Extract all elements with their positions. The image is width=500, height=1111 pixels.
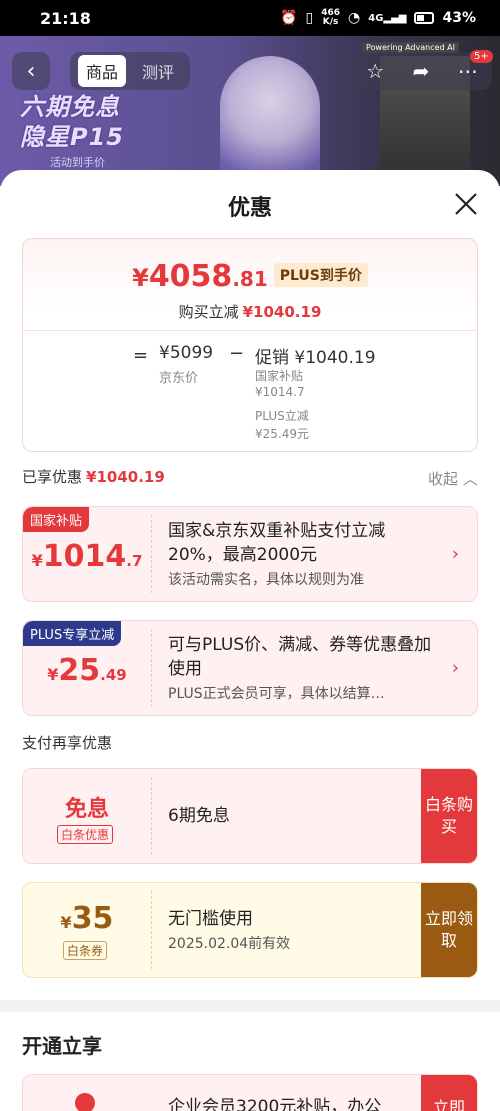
section-gap <box>0 1000 500 1012</box>
price-summary-card: ¥4058.81 PLUS到手价 购买立减 ¥1040.19 = ¥5099 京东价… <box>22 238 478 452</box>
coupon-tag: 国家补贴 <box>23 507 90 532</box>
chevron-right-icon: › <box>451 657 459 679</box>
offer-sub-tag: 白条券 <box>63 941 108 960</box>
plus-price-tag: PLUS到手价 <box>273 263 368 287</box>
coupon-divider <box>151 777 152 855</box>
open-offer-text: 企业会员3200元补贴，办公 <box>168 1097 382 1111</box>
share-icon[interactable]: ➦ <box>413 59 430 83</box>
discount-sheet: 优惠 ¥4058.81 PLUS到手价 购买立减 ¥1040.19 = ¥5099 … <box>0 170 500 1111</box>
claim-coupon-button[interactable]: 立即领取 <box>421 883 477 977</box>
signal-icon: 4G▂▄▆ <box>368 12 407 24</box>
battery-icon <box>414 12 435 24</box>
enjoyed-discount: 已享优惠 ¥1040.19 <box>22 468 165 486</box>
banner-character-image <box>220 56 320 186</box>
message-badge: 5+ <box>470 50 493 63</box>
net-speed: 466 K/s <box>321 8 341 27</box>
coupon-amount: ¥1014.7 <box>31 539 143 574</box>
coupon-amount: ¥25.49 <box>47 653 127 688</box>
open-offer-card: 企业会员3200元补贴，办公 立即 <box>22 1074 478 1111</box>
open-now-button[interactable]: 立即 <box>421 1075 477 1111</box>
coupon-divider <box>151 515 152 593</box>
tab-review[interactable]: 测评 <box>134 55 182 87</box>
coupon-national-subsidy[interactable]: 国家补贴 ¥1014.7 国家&京东双重补贴支付立减20%，最高2000元 该活… <box>22 506 478 602</box>
collapse-button[interactable]: 收起 ︿ <box>428 468 478 489</box>
pay-section-label: 支付再享优惠 <box>22 734 113 752</box>
pay-offer-interest-free: 免息 白条优惠 6期免息 白条购买 <box>22 768 478 864</box>
wifi-icon: ◔ <box>348 10 361 26</box>
baitiao-buy-button[interactable]: 白条购买 <box>421 769 477 863</box>
coupon-tag: PLUS专享立减 <box>23 621 122 646</box>
base-price-label: 京东价 <box>159 371 199 386</box>
offer-title: 无门槛使用 <box>168 909 253 929</box>
final-price: ¥4058.81 PLUS到手价 <box>23 259 477 294</box>
coupon-divider <box>151 891 152 969</box>
reduce-line: 购买立减 ¥1040.19 <box>178 303 322 321</box>
sheet-title: 优惠 <box>227 196 272 221</box>
alarm-icon: ⏰ <box>280 10 298 26</box>
equals-sign: = <box>133 345 149 366</box>
status-bar: 21:18 ⏰ ▯ 466 K/s ◔ 4G▂▄▆ 43% <box>0 0 500 36</box>
banner-subtitle: 活动到手价 <box>50 156 105 169</box>
open-offer-body: 企业会员3200元补贴，办公 <box>168 1075 417 1111</box>
offer-desc: 2025.02.04前有效 <box>168 936 291 952</box>
subsidy-value: ¥1014.7 <box>255 385 305 399</box>
tab-product[interactable]: 商品 <box>78 55 127 87</box>
banner-title: 六期免息 隐星P15 <box>20 93 124 151</box>
chevron-up-icon: ︿ <box>462 470 478 488</box>
coupon-desc: 该活动需实名，具体以规则为准 <box>168 572 364 588</box>
favorite-star-icon[interactable]: ☆ <box>366 59 384 83</box>
status-icons: ⏰ ▯ 466 K/s ◔ 4G▂▄▆ 43% <box>280 9 476 27</box>
summary-top: ¥4058.81 PLUS到手价 购买立减 ¥1040.19 <box>23 239 477 331</box>
coupon-plus-reduce[interactable]: PLUS专享立减 ¥25.49 可与PLUS价、满减、券等优惠叠加使用 PLUS… <box>22 620 478 716</box>
chevron-right-icon: › <box>451 543 459 565</box>
coupon-body: 国家&京东双重补贴支付立减20%，最高2000元 该活动需实名，具体以规则为准 <box>168 507 437 601</box>
offer-amount: ¥35 <box>60 901 114 936</box>
vibrate-icon: ▯ <box>305 10 314 26</box>
plus-reduce-label: PLUS立减 <box>255 409 309 423</box>
offer-body: 6期免息 <box>168 769 417 863</box>
offer-label: 免息 <box>64 797 109 822</box>
offer-title: 6期免息 <box>168 806 230 826</box>
plus-reduce-value: ¥25.49元 <box>255 427 309 441</box>
offer-pin-icon <box>75 1093 95 1111</box>
back-button[interactable]: ‹ <box>12 52 50 90</box>
close-icon[interactable] <box>448 186 484 222</box>
pay-offer-coupon-35: ¥35 白条券 无门槛使用 2025.02.04前有效 立即领取 <box>22 882 478 978</box>
minus-sign: − <box>229 343 245 364</box>
chevron-left-icon: ‹ <box>26 58 36 84</box>
nav-tabs: 商品 测评 <box>70 52 191 90</box>
status-time: 21:18 <box>40 8 91 28</box>
coupon-divider <box>151 629 152 707</box>
battery-level: 43% <box>442 10 476 26</box>
coupon-title: 可与PLUS价、满减、券等优惠叠加使用 <box>168 635 432 679</box>
base-price: ¥5099 <box>159 343 214 363</box>
offer-sub-tag: 白条优惠 <box>57 825 114 844</box>
offer-body: 无门槛使用 2025.02.04前有效 <box>168 883 417 977</box>
coupon-body: 可与PLUS价、满减、券等优惠叠加使用 PLUS正式会员可享，具体以结算… <box>168 621 437 715</box>
coupon-title: 国家&京东双重补贴支付立减20%，最高2000元 <box>168 521 386 565</box>
promo-total: 促销 ¥1040.19 <box>255 348 376 368</box>
subsidy-label: 国家补贴 <box>255 369 304 383</box>
open-section-title: 开通立享 <box>22 1034 102 1058</box>
coupon-desc: PLUS正式会员可享，具体以结算… <box>168 686 385 702</box>
